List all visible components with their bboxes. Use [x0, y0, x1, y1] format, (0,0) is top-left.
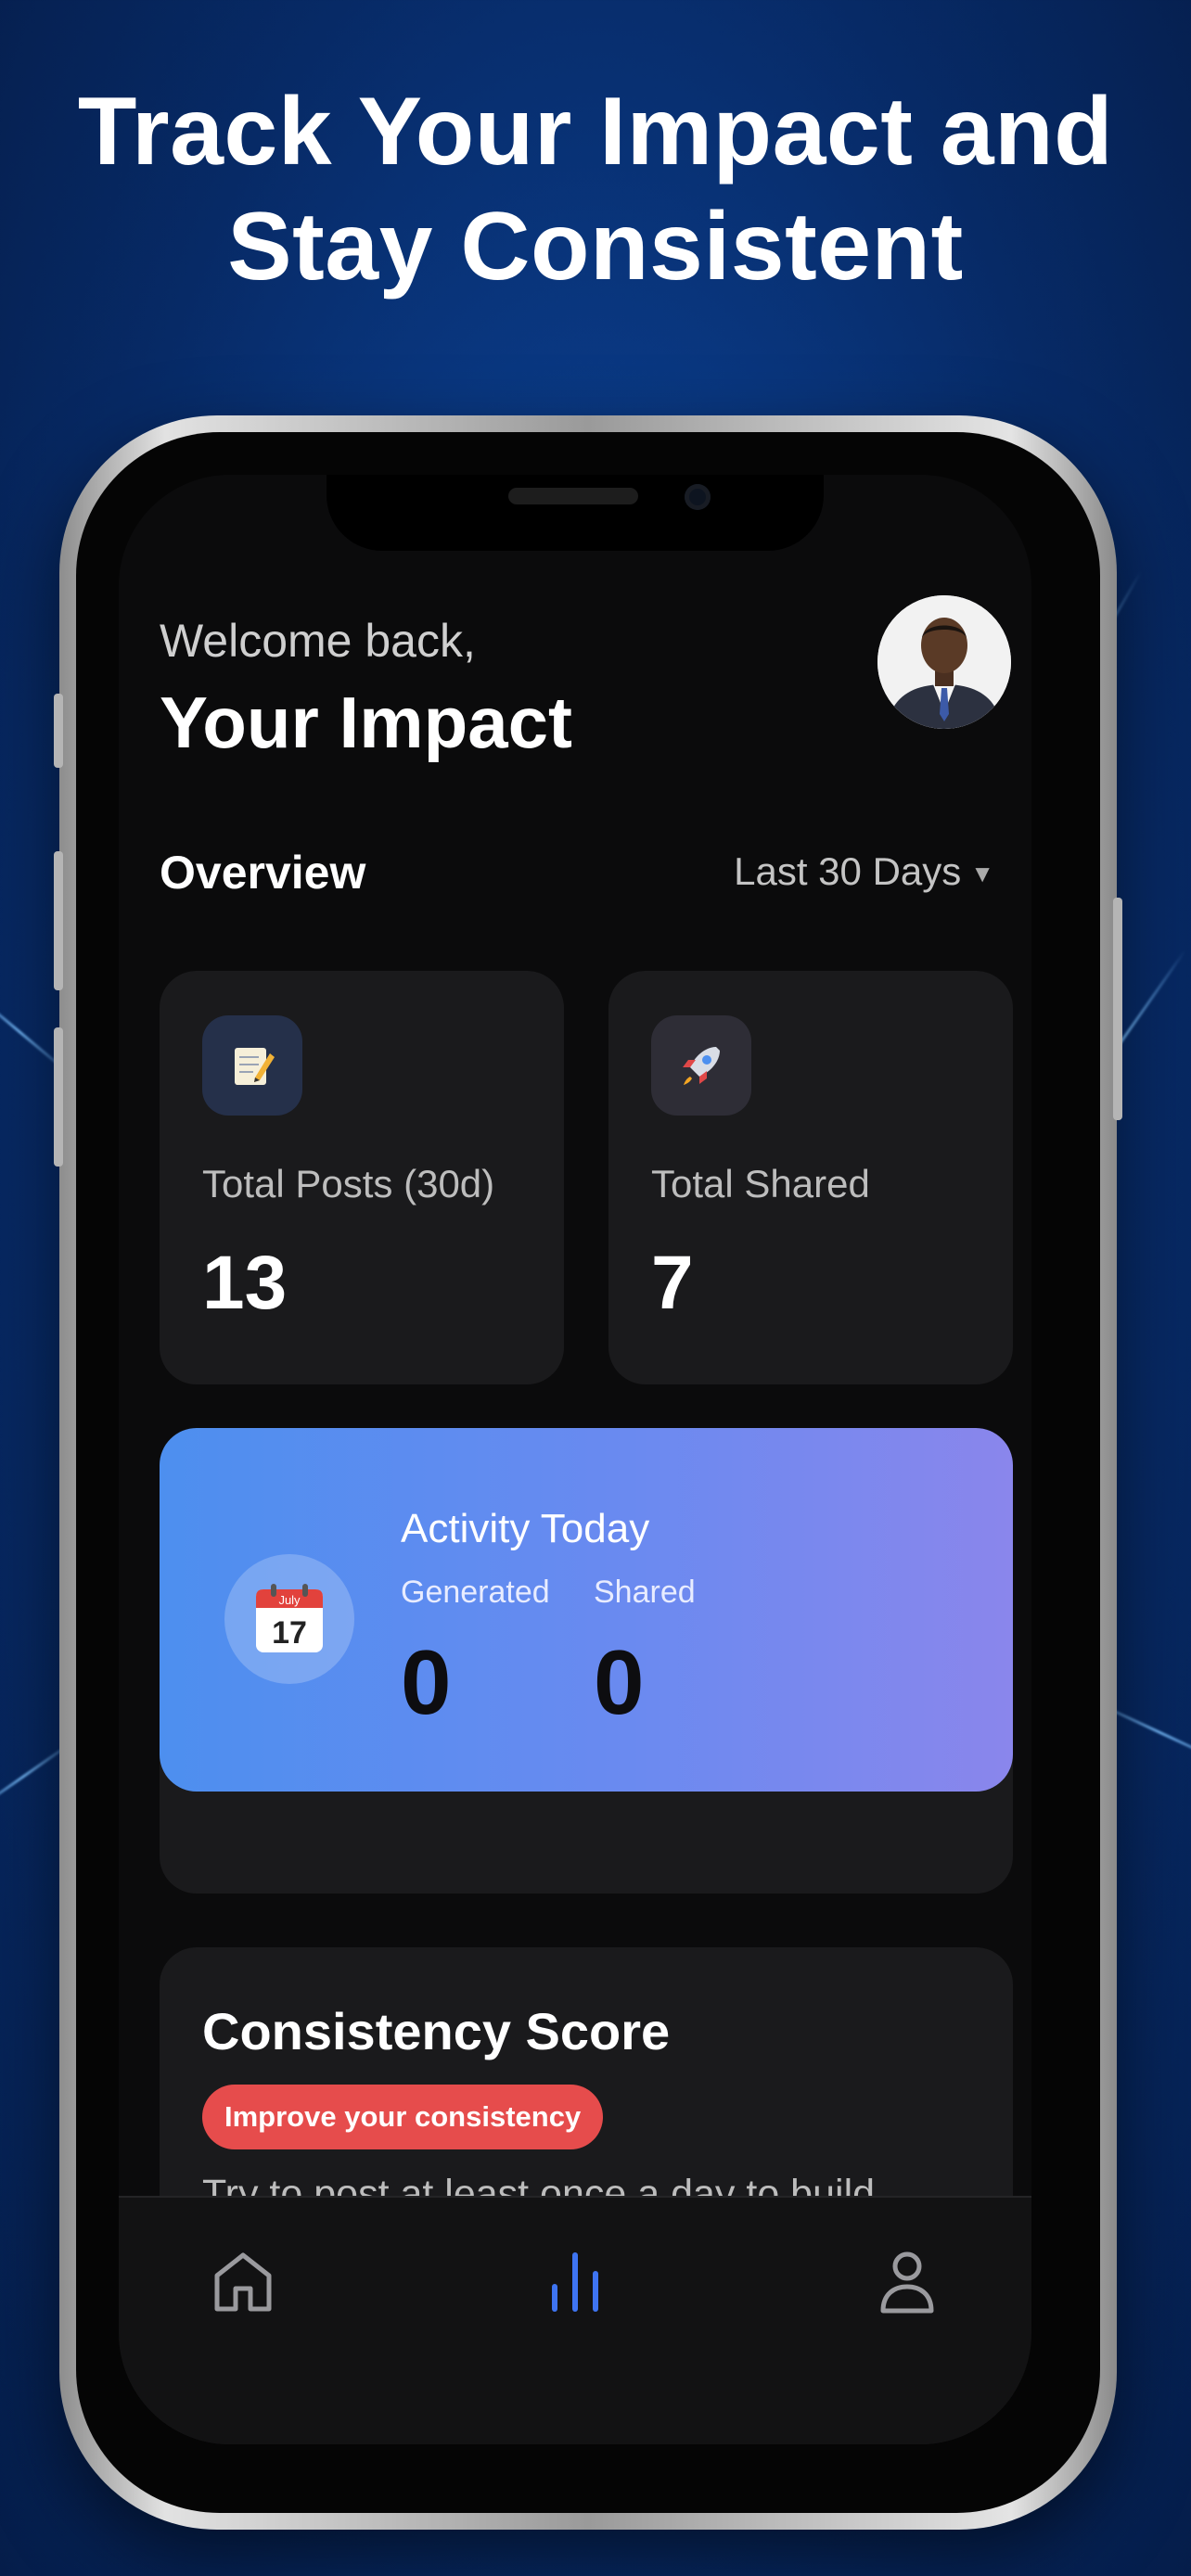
headline-line-1: Track Your Impact and [77, 78, 1114, 185]
stat-value: 7 [651, 1241, 694, 1325]
notch [327, 475, 824, 551]
date-range-dropdown[interactable]: Last 30 Days ▼ [734, 849, 994, 894]
bar-chart-icon [552, 2252, 598, 2312]
caret-down-icon: ▼ [970, 860, 994, 888]
phone-frame: Welcome back, Your Impact Overview Last … [54, 415, 1122, 2530]
consistency-title: Consistency Score [202, 2002, 671, 2060]
stat-card-total-posts: Total Posts (30d) 13 [160, 971, 564, 1384]
stat-label: Total Shared [651, 1162, 870, 1205]
calendar-icon: July 17 [256, 1584, 323, 1652]
page-title: Your Impact [160, 682, 572, 763]
shared-value: 0 [594, 1631, 645, 1733]
date-range-label: Last 30 Days [734, 849, 962, 893]
memo-icon [202, 1015, 302, 1116]
activity-title: Activity Today [401, 1506, 650, 1551]
power-button [1113, 898, 1122, 1120]
headline-line-2: Stay Consistent [227, 193, 964, 300]
calendar-month: July [278, 1593, 301, 1607]
action-button [54, 694, 63, 768]
app-screen: Welcome back, Your Impact Overview Last … [119, 475, 1031, 2444]
overview-heading: Overview [160, 847, 366, 899]
stat-value: 13 [202, 1241, 288, 1325]
generated-label: Generated [401, 1575, 550, 1610]
bottom-tab-bar [119, 2196, 1031, 2444]
tab-stats[interactable] [529, 2235, 621, 2327]
tab-profile[interactable] [861, 2235, 954, 2327]
profile-photo [877, 595, 1011, 729]
avatar[interactable] [877, 595, 1011, 729]
speaker-grille [508, 488, 638, 504]
generated-value: 0 [401, 1631, 452, 1733]
stat-card-total-shared: Total Shared 7 [608, 971, 1013, 1384]
calendar-day: 17 [272, 1615, 307, 1651]
volume-down-button [54, 1027, 63, 1167]
volume-up-button [54, 851, 63, 990]
activity-today-card: July 17 Activity Today Generated Shared … [160, 1428, 1013, 1792]
rocket-icon [651, 1015, 751, 1116]
shared-label: Shared [594, 1575, 696, 1610]
camera-icon [685, 484, 711, 510]
tab-home[interactable] [197, 2235, 289, 2327]
status-badge: Improve your consistency [202, 2085, 604, 2149]
profile-icon [880, 2251, 934, 2314]
welcome-text: Welcome back, [160, 615, 476, 667]
home-icon [214, 2252, 272, 2312]
promo-headline: Track Your Impact and Stay Consistent [0, 74, 1191, 304]
stat-label: Total Posts (30d) [202, 1162, 495, 1205]
calendar-badge: July 17 [224, 1554, 354, 1684]
